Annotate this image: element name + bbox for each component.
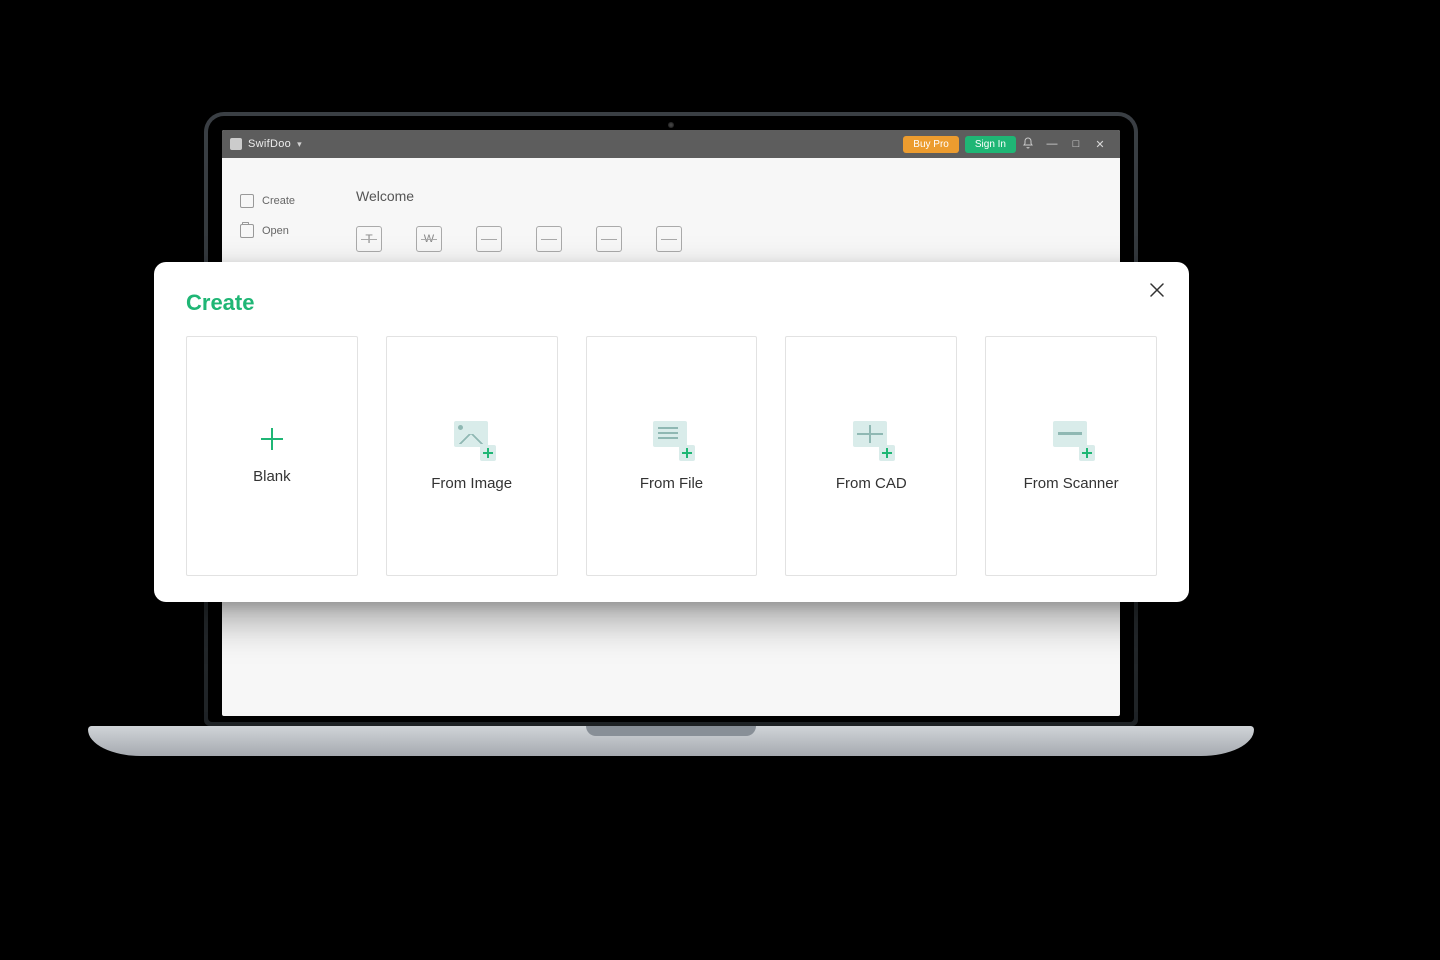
- camera-icon: [668, 122, 674, 128]
- card-label: Blank: [253, 468, 291, 485]
- tool-icon[interactable]: [536, 226, 562, 252]
- card-label: From Image: [431, 475, 512, 492]
- document-icon: [240, 194, 254, 208]
- app-name: SwifDoo: [248, 138, 291, 150]
- card-label: From Scanner: [1024, 475, 1119, 492]
- chevron-down-icon[interactable]: ▾: [297, 139, 302, 150]
- scanner-plus-icon: [1047, 421, 1095, 457]
- create-card-from-scanner[interactable]: From Scanner: [985, 336, 1157, 576]
- close-window-button[interactable]: ✕: [1088, 138, 1112, 151]
- file-plus-icon: [647, 421, 695, 457]
- plus-icon: [261, 428, 283, 450]
- sidebar-item-open[interactable]: Open: [240, 224, 332, 238]
- app-logo-icon: [230, 138, 242, 150]
- buy-pro-button[interactable]: Buy Pro: [903, 136, 959, 153]
- image-plus-icon: [448, 421, 496, 457]
- sidebar-item-label: Open: [262, 225, 289, 237]
- create-card-from-image[interactable]: From Image: [386, 336, 558, 576]
- modal-title: Create: [186, 290, 1157, 316]
- titlebar: SwifDoo ▾ Buy Pro Sign In — □ ✕: [222, 130, 1120, 158]
- tool-text-icon[interactable]: [356, 226, 382, 252]
- create-modal: Create Blank From Image From File From C…: [154, 262, 1189, 602]
- minimize-button[interactable]: —: [1040, 138, 1064, 150]
- maximize-button[interactable]: □: [1064, 138, 1088, 150]
- close-icon: [1150, 283, 1164, 297]
- tool-icon[interactable]: [656, 226, 682, 252]
- tool-icon[interactable]: [476, 226, 502, 252]
- tool-icon[interactable]: [596, 226, 622, 252]
- sidebar-item-create[interactable]: Create: [240, 194, 332, 208]
- create-cards: Blank From Image From File From CAD From: [186, 336, 1157, 576]
- create-card-from-cad[interactable]: From CAD: [785, 336, 957, 576]
- sidebar-item-label: Create: [262, 195, 295, 207]
- welcome-heading: Welcome: [356, 188, 1120, 204]
- sign-in-button[interactable]: Sign In: [965, 136, 1016, 153]
- create-card-blank[interactable]: Blank: [186, 336, 358, 576]
- laptop-base: [88, 726, 1254, 756]
- cad-plus-icon: [847, 421, 895, 457]
- folder-icon: [240, 224, 254, 238]
- bell-icon[interactable]: [1016, 137, 1040, 152]
- card-label: From CAD: [836, 475, 907, 492]
- create-card-from-file[interactable]: From File: [586, 336, 758, 576]
- laptop-notch: [586, 726, 756, 736]
- card-label: From File: [640, 475, 703, 492]
- tool-word-icon[interactable]: [416, 226, 442, 252]
- close-modal-button[interactable]: [1145, 278, 1169, 302]
- toolbar: [356, 226, 1120, 252]
